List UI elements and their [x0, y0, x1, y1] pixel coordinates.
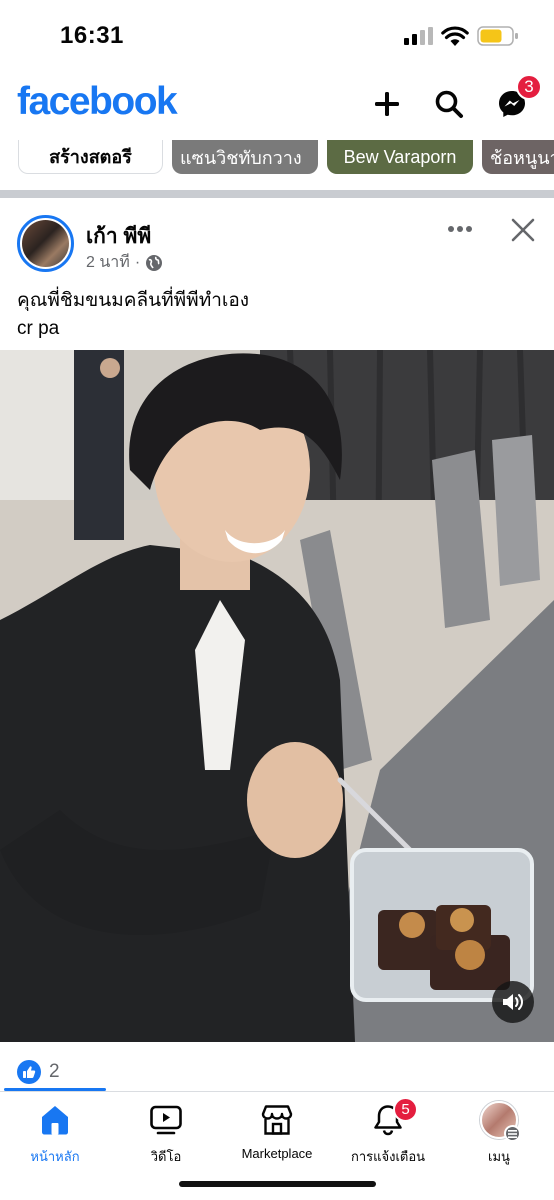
create-button[interactable] [367, 84, 407, 124]
post-time[interactable]: 2 นาที [86, 250, 130, 275]
status-bar: 16:31 [0, 0, 554, 70]
post-close-button[interactable] [506, 213, 540, 247]
status-time: 16:31 [60, 22, 124, 49]
tab-label: เมนู [488, 1149, 510, 1164]
tab-label: การแจ้งเตือน [350, 1149, 426, 1164]
notification-badge: 5 [393, 1097, 418, 1122]
app-header: facebook [0, 70, 554, 138]
tab-marketplace[interactable]: Marketplace [222, 1100, 332, 1170]
signal-icon [404, 27, 434, 45]
caption-line: cr pa [17, 318, 60, 339]
feed-divider [0, 190, 554, 198]
wifi-icon [441, 26, 469, 46]
video-icon [150, 1105, 182, 1135]
story-card[interactable]: ช้อหนูนา [482, 140, 554, 174]
create-story-button[interactable]: สร้างสตอรี [18, 140, 163, 174]
plus-icon [375, 92, 399, 116]
reactions-summary[interactable]: 2 [17, 1058, 60, 1086]
post-meta: 2 นาที · [86, 250, 163, 275]
tab-label: วิดีโอ [150, 1149, 182, 1164]
home-icon [42, 1106, 68, 1135]
caption-line: คุณพี่ชิมขนมคลีนที่พีพีทำเอง [17, 290, 250, 311]
menu-lines-icon [504, 1125, 521, 1142]
post-more-button[interactable] [444, 215, 476, 243]
messenger-badge: 3 [516, 74, 542, 100]
story-card[interactable]: Bew Varaporn [327, 140, 473, 174]
tab-label: หน้าหลัก [30, 1149, 80, 1164]
volume-button[interactable] [492, 981, 534, 1023]
speaker-icon [503, 994, 523, 1010]
close-icon [511, 218, 535, 242]
tab-label: Marketplace [241, 1146, 313, 1161]
more-horizontal-icon [448, 226, 472, 232]
stories-strip: สร้างสตอรี แซนวิชทับกวาง Bew Varaporn ช้… [0, 140, 554, 178]
tab-notifications[interactable]: การแจ้งเตือน [333, 1100, 443, 1170]
reaction-count: 2 [49, 1061, 60, 1082]
post-author-avatar[interactable] [17, 215, 74, 272]
post-caption: คุณพี่ชิมขนมคลีนที่พีพีทำเอง cr pa [17, 287, 249, 343]
post-video[interactable] [0, 350, 554, 1042]
home-indicator [179, 1181, 376, 1187]
meta-separator: · [134, 253, 141, 271]
facebook-logo[interactable]: facebook [17, 80, 178, 124]
post-author-name[interactable]: เก้า พีพี [86, 220, 151, 253]
video-frame-illustration [0, 350, 554, 1042]
globe-icon [146, 254, 163, 271]
tab-menu[interactable]: เมนู [444, 1100, 554, 1170]
search-button[interactable] [429, 84, 469, 124]
marketplace-icon [261, 1105, 293, 1135]
story-card[interactable]: แซนวิชทับกวาง [172, 140, 318, 174]
search-icon [435, 90, 463, 118]
tab-video[interactable]: วิดีโอ [111, 1100, 221, 1170]
tab-home[interactable]: หน้าหลัก [0, 1100, 110, 1170]
like-icon [17, 1060, 41, 1084]
battery-icon [477, 26, 518, 46]
